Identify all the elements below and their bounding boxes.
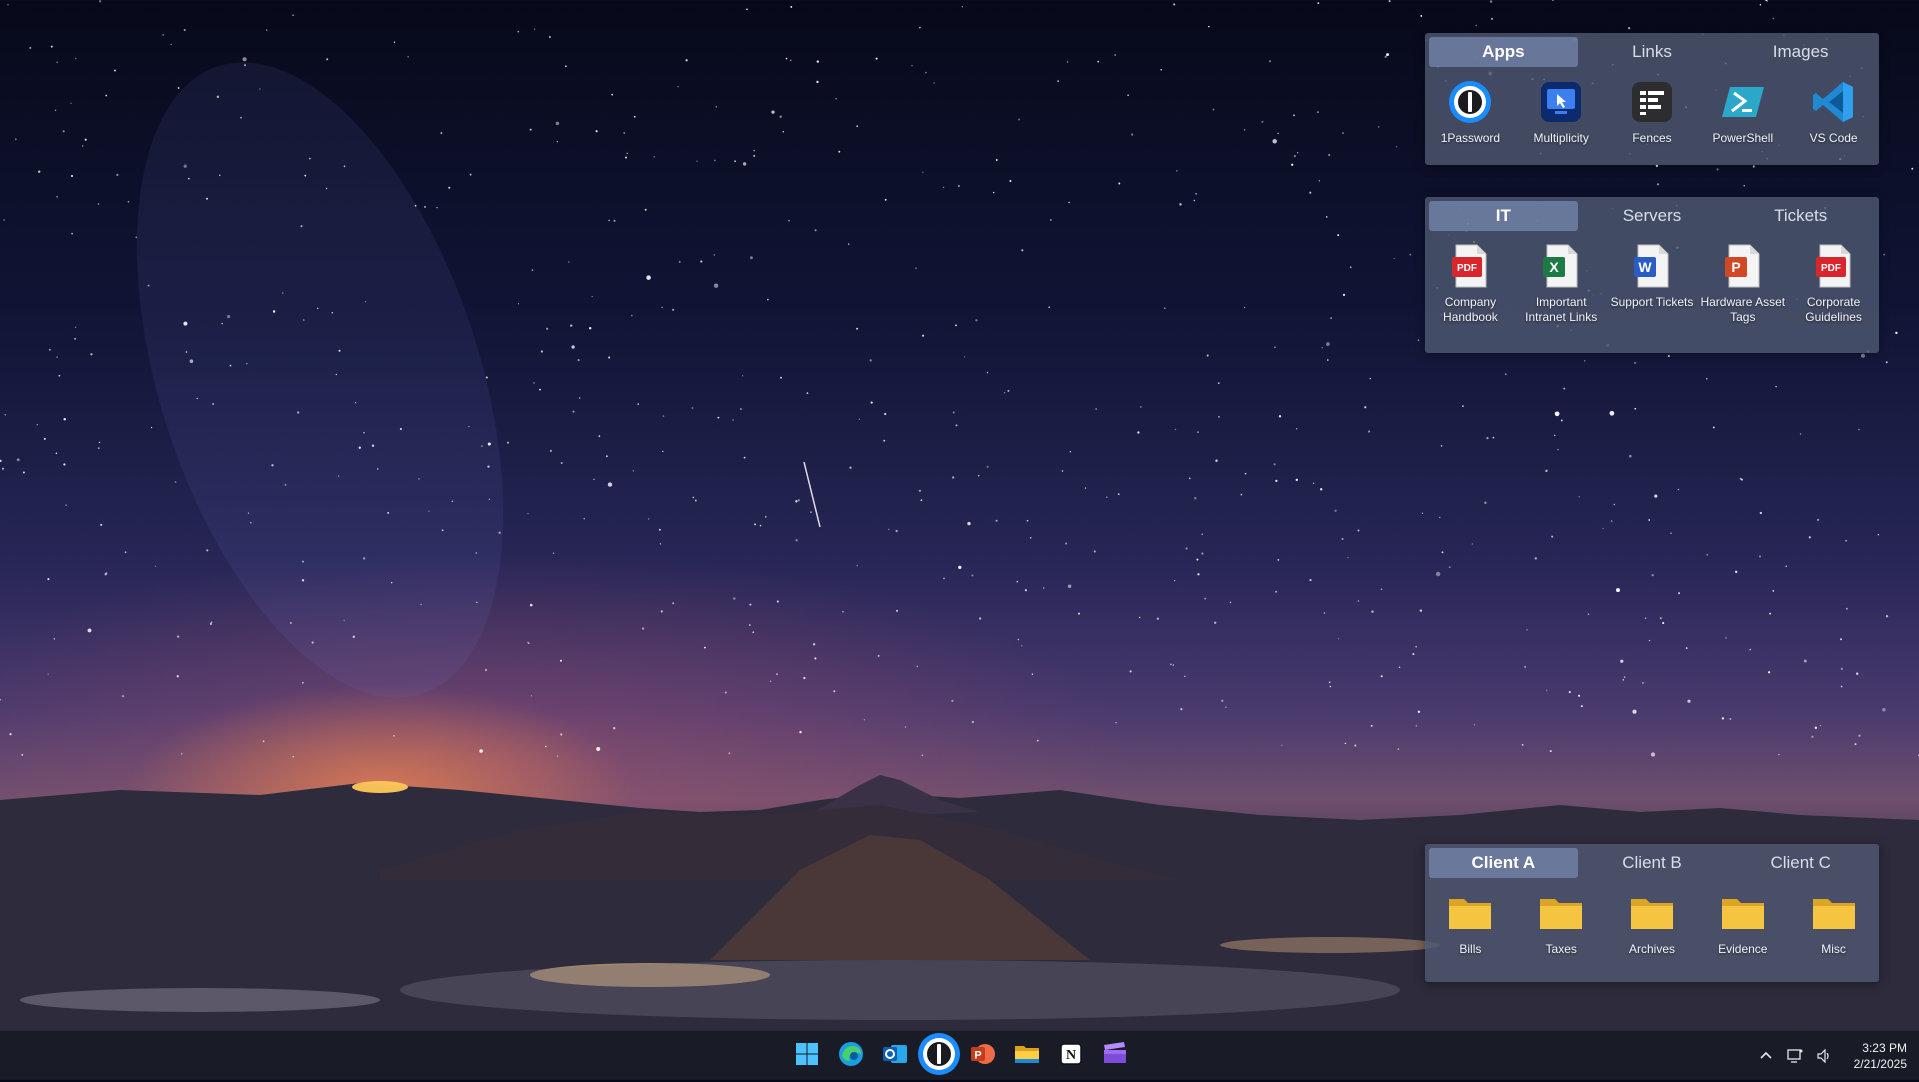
shortcut-label: Bills (1459, 942, 1482, 956)
desktop-shortcut-evidence[interactable]: Evidence (1697, 888, 1788, 957)
taskbar-app-list: PN (789, 1032, 1141, 1075)
shortcut-label: Company Handbook (1443, 295, 1498, 324)
shortcut-label: VS Code (1809, 131, 1858, 145)
excel-file-icon: X (1536, 241, 1586, 291)
taskbar-1password-button[interactable] (918, 1032, 960, 1075)
svg-text:PDF: PDF (1821, 263, 1841, 274)
taskbar-file-explorer-button[interactable] (1009, 1038, 1045, 1074)
edge-icon (838, 1041, 864, 1072)
system-tray: 3:23 PM 2/21/2025 (1752, 1031, 1919, 1080)
windows-start-icon (795, 1042, 819, 1071)
shortcut-label: 1Password (1440, 131, 1501, 145)
tab-servers[interactable]: Servers (1578, 201, 1727, 231)
multiplicity-icon (1536, 77, 1586, 127)
pdf-file-icon: PDF (1445, 241, 1495, 291)
desktop-shortcut-powershell[interactable]: PowerShell (1697, 77, 1788, 146)
tab-apps[interactable]: Apps (1429, 37, 1578, 67)
powershell-icon (1718, 77, 1768, 127)
desktop-shortcut-company-handbook[interactable]: PDF Company Handbook (1425, 241, 1516, 325)
clock[interactable]: 3:23 PM 2/21/2025 (1854, 1040, 1907, 1072)
folder-icon (1627, 888, 1677, 938)
shortcut-label: Multiplicity (1533, 131, 1589, 145)
shortcut-label: Misc (1821, 942, 1846, 956)
fences-icon (1627, 77, 1677, 127)
shortcut-label: PowerShell (1712, 131, 1774, 145)
fence-item-list: PDF Company Handbook X Important Intrane… (1425, 231, 1879, 325)
svg-text:P: P (974, 1049, 981, 1061)
tab-links[interactable]: Links (1578, 37, 1727, 67)
svg-text:N: N (1066, 1048, 1076, 1063)
pdf-file-icon: PDF (1809, 241, 1859, 291)
desktop-shortcut-corporate-guidelines[interactable]: PDF Corporate Guidelines (1788, 241, 1879, 325)
fence-tab-bar: Client A Client B Client C (1425, 844, 1879, 878)
desktop-shortcut-1password[interactable]: 1Password (1425, 77, 1516, 146)
folder-icon (1536, 888, 1586, 938)
desktop-shortcut-taxes[interactable]: Taxes (1516, 888, 1607, 957)
clipchamp-icon (1102, 1041, 1128, 1072)
clock-time: 3:23 PM (1862, 1040, 1907, 1055)
1password-icon (916, 1031, 962, 1082)
taskbar-powerpoint-button[interactable]: P (965, 1038, 1001, 1074)
shortcut-label: Evidence (1718, 942, 1768, 956)
tab-it[interactable]: IT (1429, 201, 1578, 231)
svg-text:X: X (1550, 259, 1560, 275)
notion-icon: N (1059, 1042, 1083, 1071)
folder-icon (1809, 888, 1859, 938)
taskbar: PN 3:23 PM 2/21/2025 (0, 1030, 1919, 1080)
desktop-shortcut-multiplicity[interactable]: Multiplicity (1516, 77, 1607, 146)
word-file-icon: W (1627, 241, 1677, 291)
tab-client-a[interactable]: Client A (1429, 848, 1578, 878)
tab-tickets[interactable]: Tickets (1726, 201, 1875, 231)
outlook-icon (882, 1041, 908, 1072)
folder-icon (1445, 888, 1495, 938)
tab-client-c[interactable]: Client C (1726, 848, 1875, 878)
taskbar-outlook-button[interactable] (877, 1038, 913, 1074)
1password-icon (1445, 77, 1495, 127)
fence-apps: Apps Links Images 1Password Multiplicity Fenc… (1425, 33, 1879, 165)
taskbar-notion-button[interactable]: N (1053, 1038, 1089, 1074)
file-explorer-icon (1014, 1041, 1040, 1072)
desktop-shortcut-vs-code[interactable]: VS Code (1788, 77, 1879, 146)
desktop-shortcut-misc[interactable]: Misc (1788, 888, 1879, 957)
shortcut-label: Corporate Guidelines (1805, 295, 1862, 324)
taskbar-clipchamp-button[interactable] (1097, 1038, 1133, 1074)
fence-item-list: 1Password Multiplicity Fences PowerShell VS … (1425, 67, 1879, 146)
svg-text:P: P (1731, 259, 1740, 275)
shortcut-label: Archives (1628, 942, 1675, 956)
folder-icon (1718, 888, 1768, 938)
shortcut-label: Important Intranet Links (1525, 295, 1598, 324)
desktop-shortcut-hardware-asset-tags[interactable]: P Hardware Asset Tags (1697, 241, 1788, 325)
shortcut-label: Fences (1632, 131, 1672, 145)
fence-item-list: Bills Taxes Archives Evidence Misc (1425, 878, 1879, 957)
chevron-up-icon[interactable] (1759, 1049, 1773, 1063)
taskbar-windows-start-button[interactable] (789, 1038, 825, 1074)
shortcut-label: Taxes (1545, 942, 1577, 956)
svg-text:W: W (1638, 259, 1652, 275)
desktop-shortcut-archives[interactable]: Archives (1607, 888, 1698, 957)
shortcut-label: Support Tickets (1610, 295, 1694, 309)
desktop-shortcut-fences[interactable]: Fences (1607, 77, 1698, 146)
powerpoint-icon: P (970, 1041, 996, 1072)
fence-tab-bar: Apps Links Images (1425, 33, 1879, 67)
taskbar-edge-button[interactable] (833, 1038, 869, 1074)
shortcut-label: Hardware Asset Tags (1700, 295, 1786, 324)
clock-date: 2/21/2025 (1853, 1056, 1907, 1071)
tab-images[interactable]: Images (1726, 37, 1875, 67)
desktop-shortcut-bills[interactable]: Bills (1425, 888, 1516, 957)
powerpoint-file-icon: P (1718, 241, 1768, 291)
tab-client-b[interactable]: Client B (1578, 848, 1727, 878)
volume-icon[interactable] (1817, 1048, 1833, 1063)
desktop-shortcut-important-intranet-links[interactable]: X Important Intranet Links (1516, 241, 1607, 325)
desktop-shortcut-support-tickets[interactable]: W Support Tickets (1607, 241, 1698, 325)
fence-it: IT Servers Tickets PDF Company Handbook X … (1425, 197, 1879, 353)
fence-clients: Client A Client B Client C Bills Taxes Archiv… (1425, 844, 1879, 982)
svg-text:PDF: PDF (1457, 263, 1477, 274)
fence-tab-bar: IT Servers Tickets (1425, 197, 1879, 231)
network-icon[interactable] (1786, 1048, 1803, 1063)
vscode-icon (1809, 77, 1859, 127)
